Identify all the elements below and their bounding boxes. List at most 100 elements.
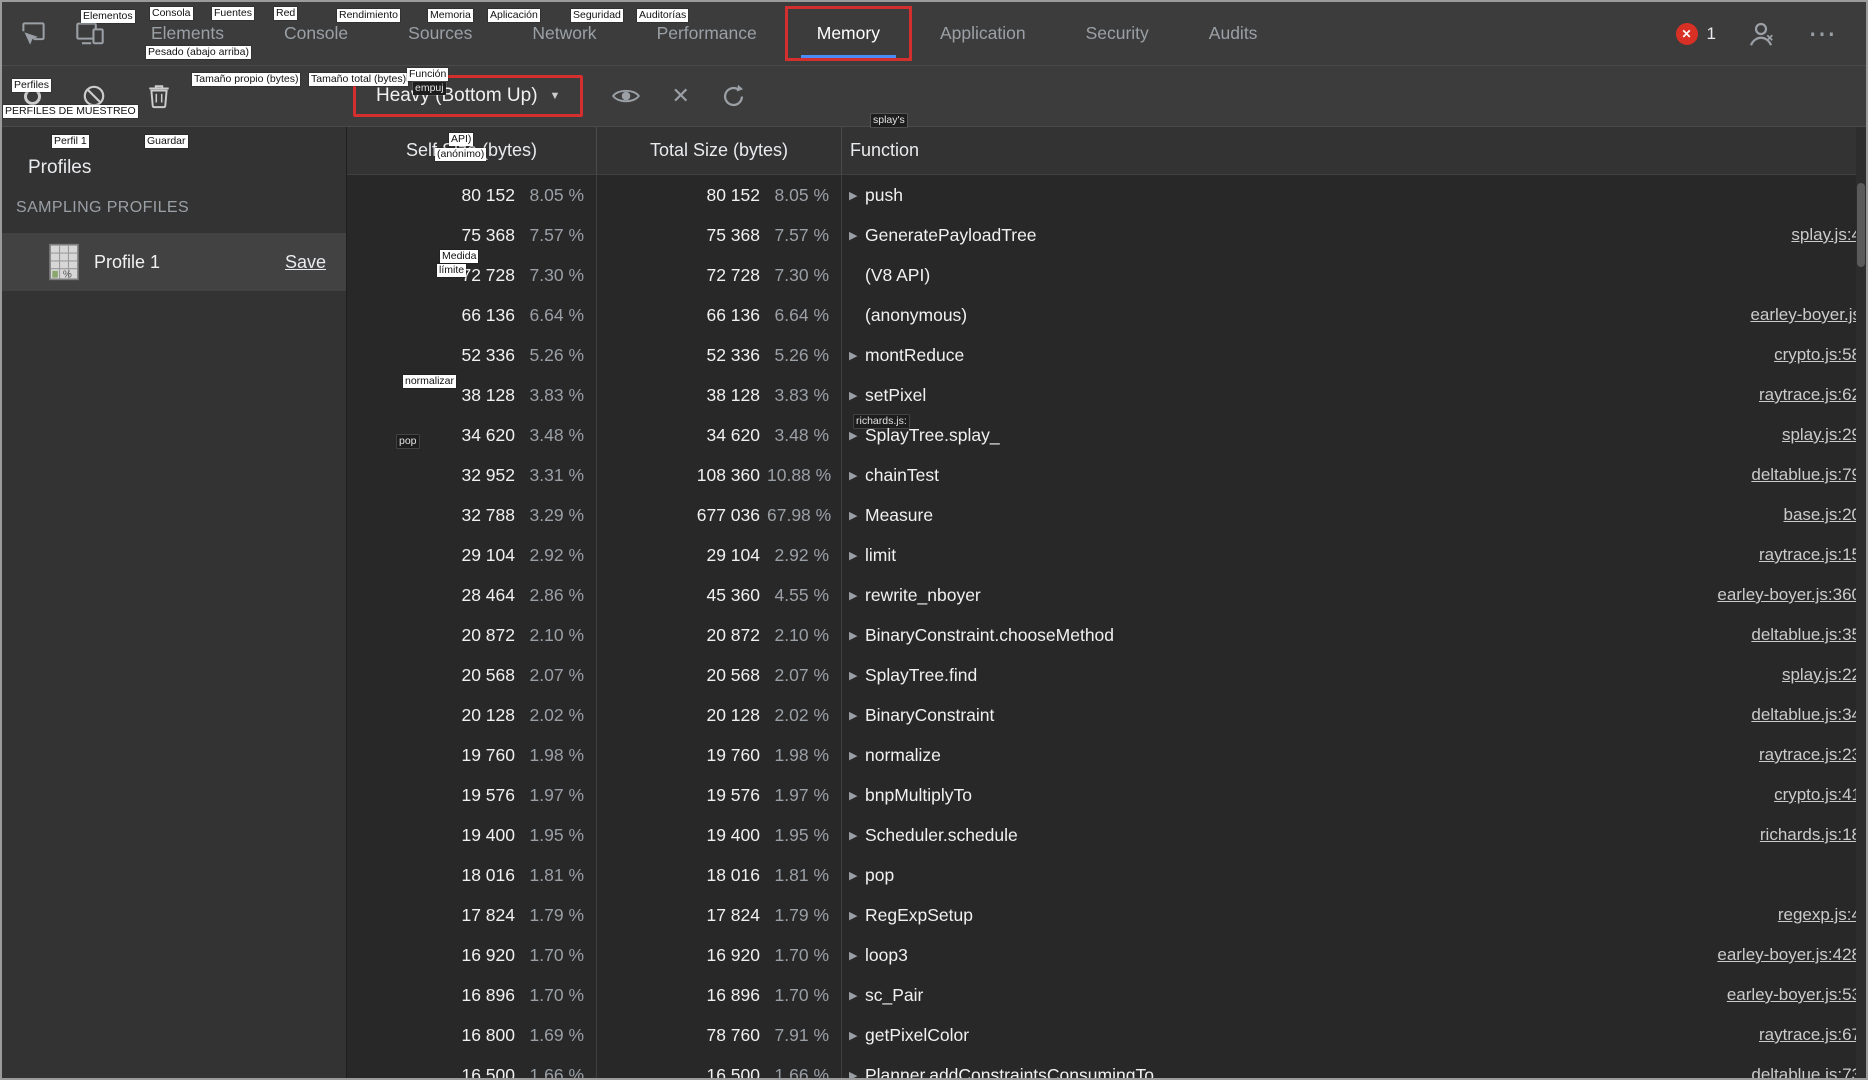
expand-arrow-icon[interactable]: ▶ [849, 749, 865, 762]
expand-arrow-icon[interactable]: ▶ [849, 429, 865, 442]
expand-arrow-icon[interactable]: ▶ [849, 629, 865, 642]
inspect-element-icon[interactable] [18, 18, 49, 49]
table-row[interactable]: 20 128 2.02 % 20 128 2.02 % ▶ BinaryConstrain… [347, 695, 1856, 735]
source-link[interactable]: deltablue.js:34 [1751, 705, 1856, 725]
function-cell[interactable]: ▶ Measure base.js:20 [842, 495, 1856, 535]
function-cell[interactable]: ▶ BinaryConstraint deltablue.js:34 [842, 695, 1856, 735]
expand-arrow-icon[interactable]: ▶ [849, 789, 865, 802]
table-row[interactable]: 34 620 3.48 % 34 620 3.48 % ▶ SplayTree.splay… [347, 415, 1856, 455]
function-cell[interactable]: ▶ setPixel raytrace.js:62 [842, 375, 1856, 415]
source-link[interactable]: earley-boyer.js:360 [1717, 585, 1856, 605]
function-cell[interactable]: ▶ loop3 earley-boyer.js:428 [842, 935, 1856, 975]
delete-profile-button[interactable] [145, 81, 173, 111]
column-header-function[interactable]: Function [842, 127, 1856, 174]
scrollbar-thumb[interactable] [1857, 183, 1865, 267]
record-button[interactable] [22, 86, 43, 107]
function-cell[interactable]: ▶ Planner.addConstraintsConsumingTo deltab… [842, 1055, 1856, 1079]
table-row[interactable]: 80 152 8.05 % 80 152 8.05 % ▶ push [347, 175, 1856, 215]
source-link[interactable]: raytrace.js:62 [1759, 385, 1856, 405]
tab-audits[interactable]: Audits [1179, 2, 1288, 65]
table-row[interactable]: 17 824 1.79 % 17 824 1.79 % ▶ RegExpSetup rege… [347, 895, 1856, 935]
table-row[interactable]: 32 788 3.29 % 677 036 67.98 % ▶ Measure base.j… [347, 495, 1856, 535]
save-link[interactable]: Save [285, 252, 326, 273]
table-row[interactable]: 16 800 1.69 % 78 760 7.91 % ▶ getPixelColor ra… [347, 1015, 1856, 1055]
source-link[interactable]: deltablue.js:35 [1751, 625, 1856, 645]
vertical-scrollbar[interactable] [1856, 127, 1866, 1078]
function-cell[interactable]: ▶ GeneratePayloadTree splay.js:4 [842, 215, 1856, 255]
expand-arrow-icon[interactable]: ▶ [849, 509, 865, 522]
function-cell[interactable]: ▶ SplayTree.find splay.js:22 [842, 655, 1856, 695]
profile-item[interactable]: % Profile 1 Save [2, 233, 346, 291]
more-menu-icon[interactable]: ⋯ [1806, 19, 1840, 47]
tab-sources[interactable]: Sources [378, 2, 502, 65]
function-cell[interactable]: ▶ RegExpSetup regexp.js:4 [842, 895, 1856, 935]
close-icon[interactable]: ✕ [669, 83, 691, 109]
clear-all-profiles-button[interactable] [79, 81, 109, 111]
table-row[interactable]: 20 568 2.07 % 20 568 2.07 % ▶ SplayTree.find s… [347, 655, 1856, 695]
expand-arrow-icon[interactable]: ▶ [849, 1069, 865, 1079]
table-row[interactable]: 72 728 7.30 % 72 728 7.30 % ▶(V8 API) [347, 255, 1856, 295]
function-cell[interactable]: ▶ chainTest deltablue.js:79 [842, 455, 1856, 495]
source-link[interactable]: crypto.js:41 [1774, 785, 1856, 805]
source-link[interactable]: regexp.js:4 [1778, 905, 1856, 925]
function-cell[interactable]: ▶ limit raytrace.js:15 [842, 535, 1856, 575]
source-link[interactable]: earley-boyer.js [1750, 305, 1856, 325]
table-row[interactable]: 66 1366.64 %66 1366.64 %▶(anonymous)earl… [347, 295, 1856, 335]
function-cell[interactable]: ▶ SplayTree.splay_ splay.js:29 [842, 415, 1856, 455]
table-row[interactable]: 16 896 1.70 % 16 896 1.70 % ▶ sc_Pair earley-b… [347, 975, 1856, 1015]
table-row[interactable]: 75 368 7.57 % 75 368 7.57 % ▶ GeneratePayload… [347, 215, 1856, 255]
expand-arrow-icon[interactable]: ▶ [849, 549, 865, 562]
function-cell[interactable]: ▶(anonymous)earley-boyer.js [842, 295, 1856, 335]
function-cell[interactable]: ▶ montReduce crypto.js:58 [842, 335, 1856, 375]
source-link[interactable]: deltablue.js:73 [1751, 1065, 1856, 1078]
table-row[interactable]: 28 464 2.86 % 45 360 4.55 % ▶ rewrite_nboyer e… [347, 575, 1856, 615]
table-row[interactable]: 19 760 1.98 % 19 760 1.98 % ▶ normalize raytra… [347, 735, 1856, 775]
expand-arrow-icon[interactable]: ▶ [849, 349, 865, 362]
table-row[interactable]: 18 016 1.81 % 18 016 1.81 % ▶ pop [347, 855, 1856, 895]
error-badge[interactable]: ✕ 1 [1675, 22, 1716, 45]
tab-console[interactable]: Console [254, 2, 378, 65]
table-row[interactable]: 16 920 1.70 % 16 920 1.70 % ▶ loop3 earley-boy… [347, 935, 1856, 975]
expand-arrow-icon[interactable]: ▶ [849, 829, 865, 842]
expand-arrow-icon[interactable]: ▶ [849, 949, 865, 962]
function-cell[interactable]: ▶ pop [842, 855, 1856, 895]
column-header-self-size[interactable]: Self Size (bytes) [347, 127, 597, 174]
table-row[interactable]: 29 104 2.92 % 29 104 2.92 % ▶ limit raytrace.j… [347, 535, 1856, 575]
refresh-icon[interactable] [718, 81, 749, 112]
user-icon[interactable] [1744, 17, 1778, 51]
table-row[interactable]: 19 400 1.95 % 19 400 1.95 % ▶ Scheduler.sched… [347, 815, 1856, 855]
table-row[interactable]: 19 576 1.97 % 19 576 1.97 % ▶ bnpMultiplyTo cr… [347, 775, 1856, 815]
source-link[interactable]: earley-boyer.js:428 [1717, 945, 1856, 965]
source-link[interactable]: raytrace.js:67 [1759, 1025, 1856, 1045]
expand-arrow-icon[interactable]: ▶ [849, 869, 865, 882]
eye-icon[interactable] [609, 82, 643, 110]
tab-security[interactable]: Security [1056, 2, 1179, 65]
expand-arrow-icon[interactable]: ▶ [849, 909, 865, 922]
tab-memory[interactable]: Memory [784, 2, 912, 65]
column-header-total-size[interactable]: Total Size (bytes) [597, 127, 842, 174]
expand-arrow-icon[interactable]: ▶ [849, 589, 865, 602]
tab-elements[interactable]: Elements [121, 2, 254, 65]
function-cell[interactable]: ▶ rewrite_nboyer earley-boyer.js:360 [842, 575, 1856, 615]
table-row[interactable]: 38 128 3.83 % 38 128 3.83 % ▶ setPixel raytrac… [347, 375, 1856, 415]
function-cell[interactable]: ▶ sc_Pair earley-boyer.js:53 [842, 975, 1856, 1015]
source-link[interactable]: richards.js:18 [1760, 825, 1856, 845]
function-cell[interactable]: ▶ normalize raytrace.js:23 [842, 735, 1856, 775]
table-row[interactable]: 20 872 2.10 % 20 872 2.10 % ▶ BinaryConstrain… [347, 615, 1856, 655]
expand-arrow-icon[interactable]: ▶ [849, 229, 865, 242]
source-link[interactable]: base.js:20 [1784, 505, 1857, 525]
source-link[interactable]: raytrace.js:15 [1759, 545, 1856, 565]
source-link[interactable]: deltablue.js:79 [1751, 465, 1856, 485]
expand-arrow-icon[interactable]: ▶ [849, 1029, 865, 1042]
source-link[interactable]: crypto.js:58 [1774, 345, 1856, 365]
table-row[interactable]: 32 952 3.31 % 108 360 10.88 % ▶ chainTest delt… [347, 455, 1856, 495]
tab-network[interactable]: Network [502, 2, 626, 65]
source-link[interactable]: splay.js:22 [1782, 665, 1856, 685]
function-cell[interactable]: ▶ bnpMultiplyTo crypto.js:41 [842, 775, 1856, 815]
expand-arrow-icon[interactable]: ▶ [849, 469, 865, 482]
table-row[interactable]: 16 500 1.66 % 16 500 1.66 % ▶ Planner.addCons… [347, 1055, 1856, 1078]
expand-arrow-icon[interactable]: ▶ [849, 189, 865, 202]
table-row[interactable]: 52 336 5.26 % 52 336 5.26 % ▶ montReduce crypt… [347, 335, 1856, 375]
function-cell[interactable]: ▶(V8 API) [842, 255, 1856, 295]
source-link[interactable]: raytrace.js:23 [1759, 745, 1856, 765]
